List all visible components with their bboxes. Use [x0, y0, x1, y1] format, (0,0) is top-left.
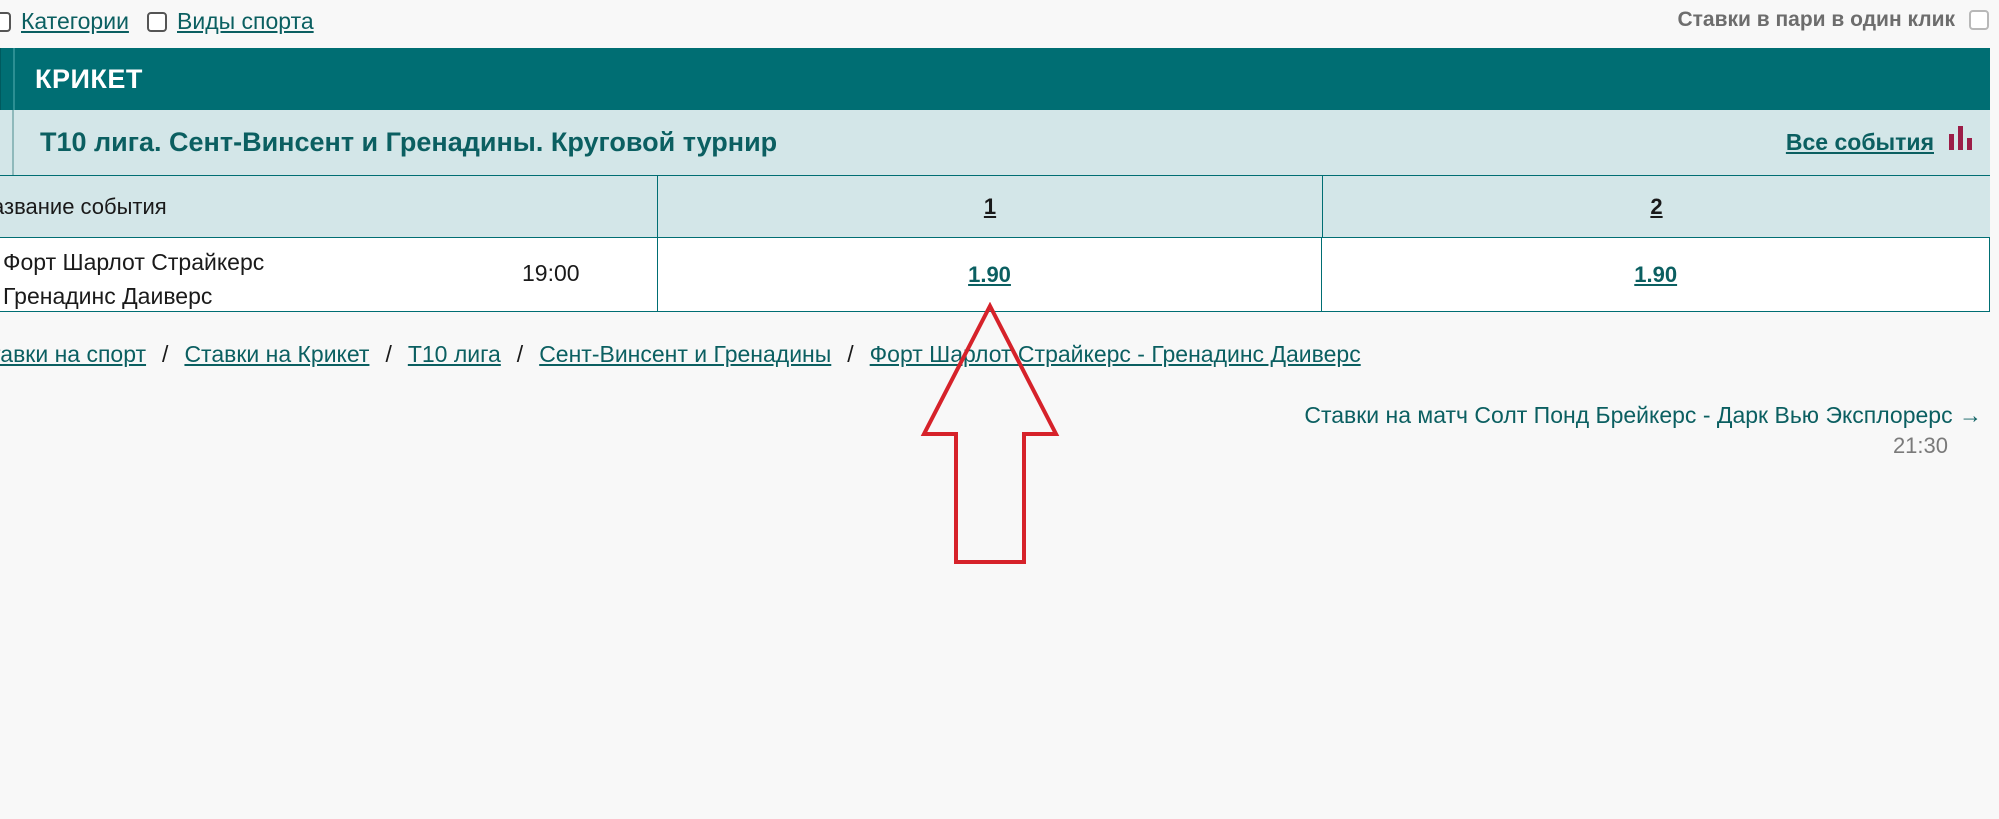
table-row: Форт Шарлот Страйкерс Гренадинс Даиверс … — [0, 238, 1990, 312]
bar-chart-icon[interactable] — [1946, 124, 1976, 154]
table-column-header: азвание события 1 2 — [0, 176, 1990, 238]
team-1-name: Форт Шарлот Страйкерс — [3, 249, 265, 275]
breadcrumb-t10-league[interactable]: T10 лига — [408, 341, 501, 368]
sport-header: КРИКЕТ — [0, 48, 1990, 110]
column-event-name: азвание события — [0, 176, 658, 237]
breadcrumb-separator: / — [385, 341, 392, 367]
next-match: Ставки на матч Солт Понд Брейкерс - Дарк… — [1304, 402, 1982, 459]
breadcrumb: тавки на спорт / Ставки на Крикет / T10 … — [0, 341, 1361, 368]
breadcrumb-separator: / — [847, 341, 854, 367]
sports-checkbox[interactable] — [147, 11, 167, 32]
sport-table: КРИКЕТ T10 лига. Сент-Винсент и Гренадин… — [0, 48, 1990, 312]
odd-2-button[interactable]: 1.90 — [1634, 262, 1677, 288]
breadcrumb-region[interactable]: Сент-Винсент и Гренадины — [539, 341, 831, 368]
event-time: 19:00 — [522, 260, 580, 286]
breadcrumb-separator: / — [162, 341, 169, 367]
odd-1-cell[interactable]: 1.90 — [658, 238, 1323, 311]
sports-filter[interactable]: Виды спорта — [147, 8, 314, 35]
sports-link[interactable]: Виды спорта — [177, 8, 314, 35]
categories-filter[interactable]: Категории — [0, 8, 129, 35]
all-events-link[interactable]: Все события — [1786, 129, 1934, 156]
annotation-arrow-icon — [920, 302, 1060, 564]
event-name-cell[interactable]: Форт Шарлот Страйкерс Гренадинс Даиверс … — [0, 238, 658, 311]
next-match-link[interactable]: Ставки на матч Солт Понд Брейкерс - Дарк… — [1304, 402, 1982, 429]
odd-1-button[interactable]: 1.90 — [968, 262, 1011, 288]
team-2-name: Гренадинс Даиверс — [3, 283, 213, 309]
collapse-handle[interactable] — [1, 48, 15, 110]
filter-bar: Категории Виды спорта Ставки в пари в од… — [0, 0, 1999, 44]
column-odd-1[interactable]: 1 — [658, 176, 1323, 237]
event-teams[interactable]: Форт Шарлот Страйкерс Гренадинс Даиверс — [3, 245, 264, 313]
sport-title: КРИКЕТ — [35, 63, 143, 94]
league-title: T10 лига. Сент-Винсент и Гренадины. Круг… — [40, 127, 778, 157]
odd-2-cell[interactable]: 1.90 — [1322, 238, 1989, 311]
one-click-bet-toggle[interactable]: Ставки в пари в один клик — [1677, 8, 1999, 32]
league-header: T10 лига. Сент-Винсент и Гренадины. Круг… — [0, 110, 1990, 176]
categories-link[interactable]: Категории — [21, 8, 129, 35]
one-click-bet-checkbox[interactable] — [1969, 10, 1989, 30]
breadcrumb-sport-bets[interactable]: тавки на спорт — [0, 341, 146, 368]
categories-checkbox[interactable] — [0, 11, 11, 32]
breadcrumb-cricket[interactable]: Ставки на Крикет — [184, 341, 369, 368]
breadcrumb-separator: / — [516, 341, 524, 367]
one-click-bet-label: Ставки в пари в один клик — [1677, 8, 1955, 31]
next-match-time: 21:30 — [1892, 433, 1948, 458]
league-collapse-handle[interactable] — [0, 110, 14, 175]
column-odd-2[interactable]: 2 — [1323, 176, 1990, 237]
